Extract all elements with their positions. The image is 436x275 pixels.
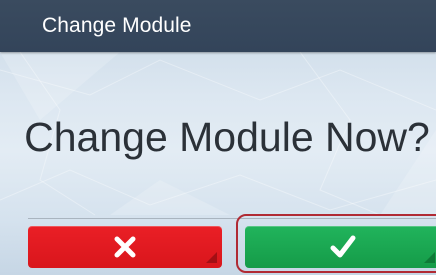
corner-indicator bbox=[206, 252, 217, 263]
divider bbox=[28, 218, 436, 219]
title-bar: Change Module bbox=[0, 0, 436, 52]
dialog-title: Change Module bbox=[42, 14, 192, 37]
x-icon bbox=[114, 236, 136, 258]
confirmation-prompt: Change Module Now? bbox=[24, 114, 430, 160]
corner-indicator bbox=[424, 252, 435, 263]
checkmark-icon bbox=[330, 235, 355, 258]
change-module-dialog: Change Module Change Module Now? bbox=[0, 0, 436, 275]
confirm-button[interactable] bbox=[245, 226, 436, 268]
cancel-button[interactable] bbox=[28, 226, 222, 268]
